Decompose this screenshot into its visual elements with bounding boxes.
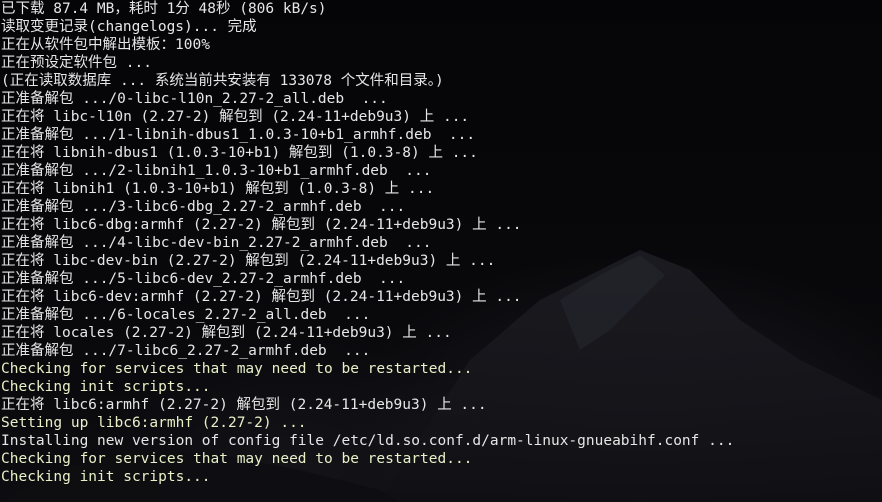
terminal-line: 正在预设定软件包 ... (1, 55, 152, 71)
terminal-line: 正准备解包 .../3-libc6-dbg_2.27-2_armhf.deb .… (1, 199, 406, 215)
terminal-line: 正在从软件包中解出模板：100% (1, 37, 210, 53)
terminal-line: 正在将 libc6-dbg:armhf (2.27-2) 解包到 (2.24-1… (1, 217, 522, 233)
terminal-line: 正准备解包 .../6-locales_2.27-2_all.deb ... (1, 307, 371, 323)
terminal-window[interactable]: 已下载 87.4 MB，耗时 1分 48秒 (806 kB/s) 读取变更记录(c… (0, 0, 882, 502)
terminal-line: Checking init scripts... (1, 379, 211, 395)
terminal-line: (正在读取数据库 ... 系统当前共安装有 133078 个文件和目录。) (1, 73, 444, 89)
terminal-line: 正准备解包 .../5-libc6-dev_2.27-2_armhf.deb .… (1, 271, 406, 287)
terminal-line: 正在将 libnih1 (1.0.3-10+b1) 解包到 (1.0.3-8) … (1, 181, 435, 197)
terminal-line: 读取变更记录(changelogs)... 完成 (1, 19, 257, 35)
terminal-line: Installing new version of config file /e… (1, 433, 735, 449)
terminal-line: 正在将 libc-dev-bin (2.27-2) 解包到 (2.24-11+d… (1, 253, 496, 269)
terminal-line: 正准备解包 .../4-libc-dev-bin_2.27-2_armhf.de… (1, 235, 432, 251)
terminal-line: 正准备解包 .../1-libnih-dbus1_1.0.3-10+b1_arm… (1, 127, 476, 143)
terminal-line: Checking init scripts... (1, 469, 211, 485)
terminal-line: 正在将 locales (2.27-2) 解包到 (2.24-11+deb9u3… (1, 325, 452, 341)
terminal-line: Checking for services that may need to b… (1, 361, 473, 377)
terminal-line: 已下载 87.4 MB，耗时 1分 48秒 (806 kB/s) (1, 1, 327, 17)
terminal-output[interactable]: 已下载 87.4 MB，耗时 1分 48秒 (806 kB/s) 读取变更记录(c… (1, 0, 882, 486)
terminal-line: Checking for services that may need to b… (1, 451, 473, 467)
terminal-line: 正准备解包 .../0-libc-l10n_2.27-2_all.deb ... (1, 91, 388, 107)
terminal-line: 正在将 libc6-dev:armhf (2.27-2) 解包到 (2.24-1… (1, 289, 522, 305)
terminal-line: 正在将 libc-l10n (2.27-2) 解包到 (2.24-11+deb9… (1, 109, 470, 125)
terminal-line: 正准备解包 .../2-libnih1_1.0.3-10+b1_armhf.de… (1, 163, 432, 179)
terminal-line: 正在将 libc6:armhf (2.27-2) 解包到 (2.24-11+de… (1, 397, 487, 413)
terminal-line: 正在将 libnih-dbus1 (1.0.3-10+b1) 解包到 (1.0.… (1, 145, 478, 161)
terminal-line: 正准备解包 .../7-libc6_2.27-2_armhf.deb ... (1, 343, 371, 359)
terminal-line: Setting up libc6:armhf (2.27-2) ... (1, 415, 307, 431)
